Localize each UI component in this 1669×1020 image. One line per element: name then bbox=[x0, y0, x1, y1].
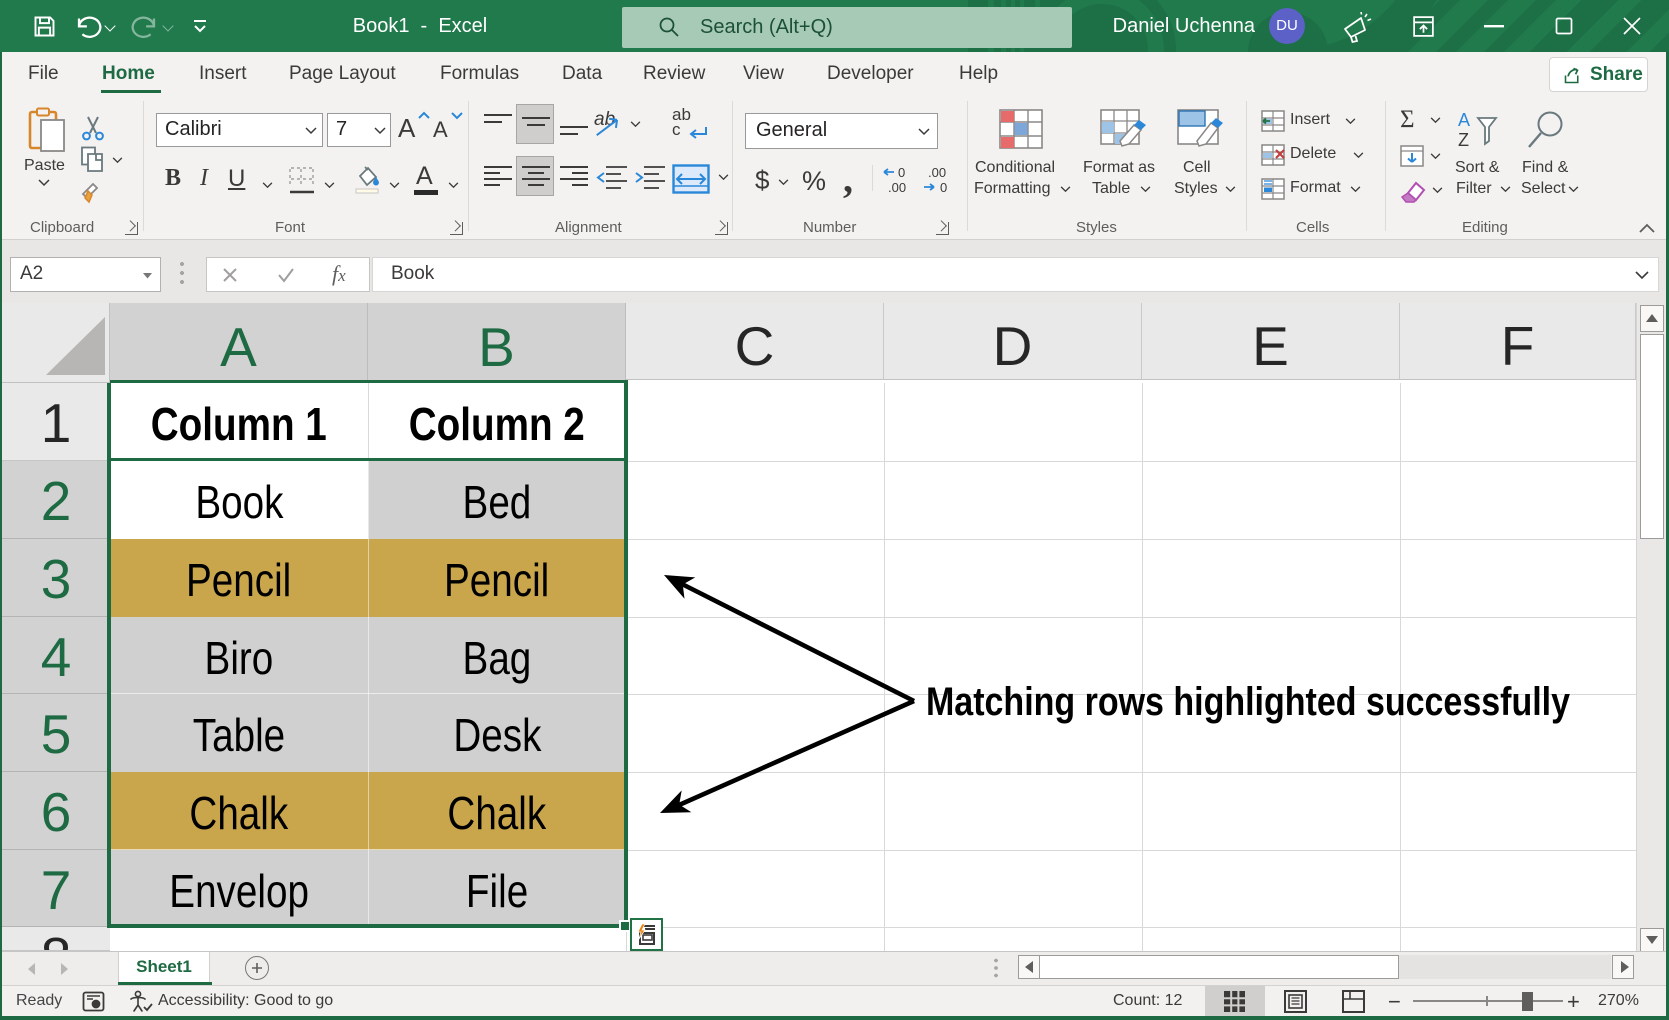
svg-text:A: A bbox=[1458, 110, 1470, 130]
svg-text:.00: .00 bbox=[928, 165, 946, 180]
svg-text:Z: Z bbox=[1458, 130, 1469, 150]
svg-text:.00: .00 bbox=[888, 180, 906, 195]
svg-text:0: 0 bbox=[898, 165, 905, 180]
svg-text:0: 0 bbox=[940, 180, 947, 195]
